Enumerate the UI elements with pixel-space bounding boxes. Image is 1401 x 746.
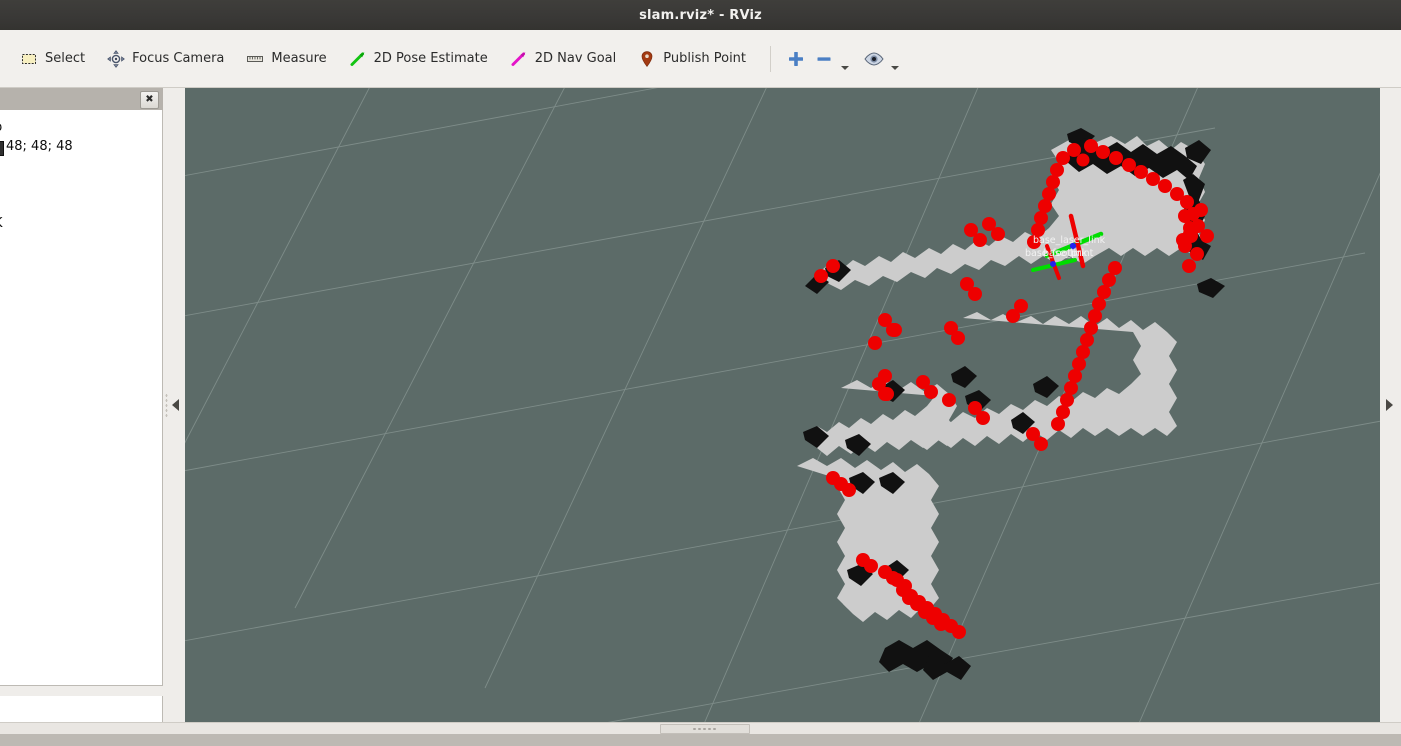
scrollbar-thumb[interactable] bbox=[660, 724, 750, 734]
window-title: slam.rviz* - RViz bbox=[639, 7, 762, 23]
displays-panel: ✖ ap 48; 48; 48 █ K Remove Rename bbox=[0, 88, 163, 722]
expand-right-arrow-icon[interactable] bbox=[1386, 399, 1393, 411]
color-value: 48; 48; 48 bbox=[6, 139, 73, 154]
tool-select[interactable]: Select bbox=[16, 44, 95, 74]
tool-measure[interactable]: Measure bbox=[242, 44, 336, 74]
eye-icon bbox=[864, 51, 884, 66]
color-swatch[interactable] bbox=[0, 141, 4, 156]
zoom-out-button[interactable] bbox=[811, 46, 837, 72]
tool-2d-nav-goal-label: 2D Nav Goal bbox=[534, 51, 617, 66]
window-titlebar: slam.rviz* - RViz bbox=[0, 0, 1401, 30]
focus-camera-icon bbox=[107, 49, 125, 68]
tool-publish-point[interactable]: Publish Point bbox=[634, 44, 756, 74]
tool-measure-label: Measure bbox=[271, 51, 327, 66]
nav-goal-arrow-icon bbox=[510, 50, 528, 68]
tool-2d-pose-estimate-label: 2D Pose Estimate bbox=[373, 51, 488, 66]
main-toolbar: Select Focus Camera Measure 2D Pose Esti… bbox=[0, 30, 1401, 88]
visibility-button[interactable] bbox=[861, 46, 887, 72]
chevron-down-icon bbox=[891, 66, 900, 70]
occupancy-grid-render: base_laser_link base_footprint base_link bbox=[185, 88, 1380, 722]
tf-axis-z bbox=[1050, 261, 1056, 267]
select-icon bbox=[20, 50, 38, 68]
right-splitter[interactable] bbox=[1380, 88, 1401, 722]
tool-2d-pose-estimate[interactable]: 2D Pose Estimate bbox=[345, 44, 498, 74]
measure-ruler-icon bbox=[246, 50, 264, 68]
rviz-window: slam.rviz* - RViz Select Focus Camera Me… bbox=[0, 0, 1401, 746]
property-tree[interactable]: ap 48; 48; 48 █ K bbox=[0, 110, 163, 686]
tf-label-base-laser-link: base_laser_link bbox=[1033, 235, 1106, 246]
visibility-dropdown[interactable] bbox=[889, 44, 901, 73]
zoom-out-dropdown[interactable] bbox=[839, 44, 851, 73]
plus-icon bbox=[789, 51, 804, 66]
close-icon[interactable]: ✖ bbox=[140, 91, 159, 109]
tool-focus-camera[interactable]: Focus Camera bbox=[103, 44, 234, 74]
zoom-in-button[interactable] bbox=[783, 46, 809, 72]
chevron-down-icon bbox=[841, 66, 850, 70]
property-name: ap bbox=[0, 120, 2, 135]
map-pin-icon bbox=[638, 50, 656, 68]
tool-focus-camera-label: Focus Camera bbox=[132, 51, 225, 66]
saved-views-list[interactable] bbox=[0, 696, 163, 722]
splitter-grip bbox=[165, 393, 168, 417]
tool-2d-nav-goal[interactable]: 2D Nav Goal bbox=[506, 44, 627, 74]
collapse-left-arrow-icon[interactable] bbox=[172, 399, 179, 411]
panel-titlebar: ✖ bbox=[0, 88, 163, 111]
tool-publish-point-label: Publish Point bbox=[663, 51, 747, 66]
toolbar-separator bbox=[770, 45, 772, 72]
property-partial-text: K bbox=[0, 216, 3, 231]
bottom-bar bbox=[0, 722, 1401, 746]
render-view-3d[interactable]: base_laser_link base_footprint base_link bbox=[185, 88, 1380, 722]
pose-estimate-arrow-icon bbox=[349, 50, 367, 68]
tool-select-label: Select bbox=[45, 51, 86, 66]
tf-label-base-link: base_link bbox=[1043, 248, 1088, 259]
horizontal-scrollbar[interactable] bbox=[0, 722, 1401, 734]
scrollbar-grip bbox=[692, 727, 718, 731]
left-splitter[interactable] bbox=[163, 88, 185, 722]
minus-icon bbox=[817, 56, 831, 61]
